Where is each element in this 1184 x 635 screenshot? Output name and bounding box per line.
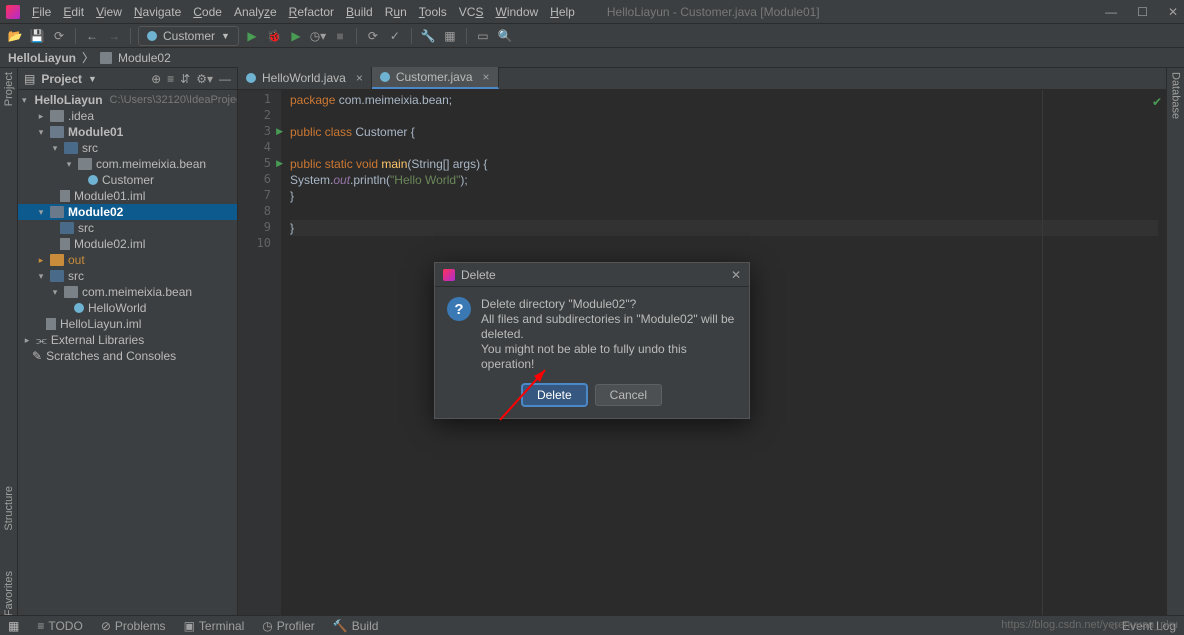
delete-dialog: Delete ✕ ? Delete directory "Module02"? … — [434, 262, 750, 419]
dialog-close-icon[interactable]: ✕ — [731, 268, 741, 282]
dialog-titlebar[interactable]: Delete ✕ — [435, 263, 749, 287]
cancel-button[interactable]: Cancel — [595, 384, 662, 406]
dialog-overlay: Delete ✕ ? Delete directory "Module02"? … — [0, 0, 1184, 635]
dialog-title: Delete — [461, 268, 496, 282]
question-icon: ? — [447, 297, 471, 321]
dialog-message: Delete directory "Module02"? All files a… — [481, 297, 737, 372]
intellij-logo-icon — [443, 269, 455, 281]
delete-button[interactable]: Delete — [522, 384, 587, 406]
